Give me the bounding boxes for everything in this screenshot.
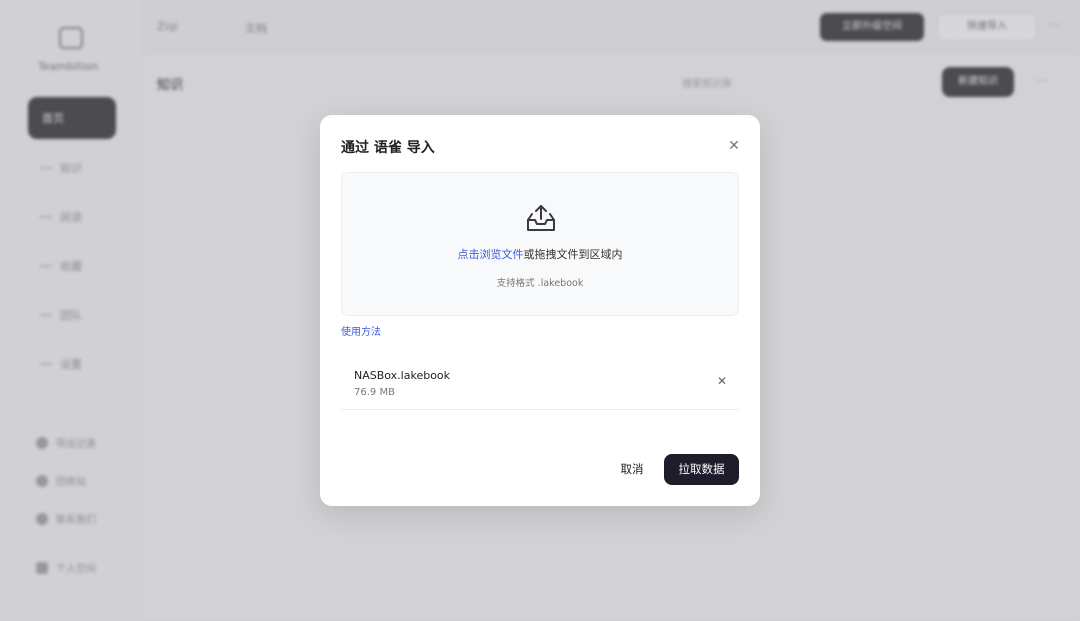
- import-dialog: 通过 语雀 导入 ✕ 点击浏览文件或拖拽文件到区域内 支持格式 .lakeboo…: [320, 115, 760, 506]
- upload-tray-icon: [527, 205, 555, 231]
- fetch-data-button[interactable]: 拉取数据: [664, 454, 739, 485]
- file-name: NASBox.lakebook: [354, 369, 451, 382]
- cancel-button[interactable]: 取消: [611, 455, 653, 483]
- dropzone-instruction: 或拖拽文件到区域内: [523, 248, 623, 261]
- file-item: NASBox.lakebook 76.9 MB ✕: [341, 359, 739, 410]
- usage-help-link[interactable]: 使用方法: [341, 323, 381, 338]
- browse-files-link[interactable]: 点击浏览文件: [458, 248, 524, 261]
- file-size: 76.9 MB: [354, 387, 395, 398]
- close-icon[interactable]: ✕: [725, 137, 743, 155]
- dropzone-text: 点击浏览文件或拖拽文件到区域内: [342, 246, 738, 262]
- dialog-title: 通过 语雀 导入: [341, 140, 435, 156]
- file-dropzone[interactable]: 点击浏览文件或拖拽文件到区域内 支持格式 .lakebook: [341, 172, 739, 316]
- supported-formats: 支持格式 .lakebook: [496, 278, 584, 289]
- remove-file-icon[interactable]: ✕: [714, 373, 730, 389]
